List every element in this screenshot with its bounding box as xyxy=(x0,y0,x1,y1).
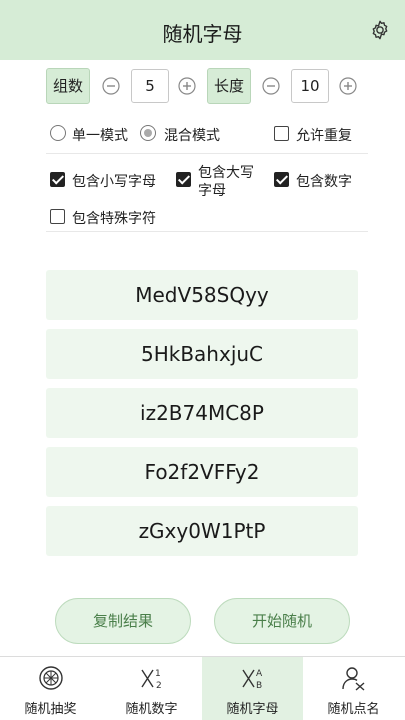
uppercase-checkbox[interactable] xyxy=(176,172,191,187)
bottom-tab-bar: 随机抽奖 1 2 随机数字 A B 随机字母 随机点名 xyxy=(0,656,405,720)
mixed-mode-label[interactable]: 混合模式 xyxy=(164,125,220,145)
svg-text:2: 2 xyxy=(156,681,162,691)
app-header: 随机字母 xyxy=(0,0,405,60)
lowercase-checkbox[interactable] xyxy=(50,172,65,187)
generation-controls: 组数 5 长度 10 xyxy=(46,68,366,104)
single-mode-label[interactable]: 单一模式 xyxy=(72,125,128,145)
svg-text:1: 1 xyxy=(155,669,161,679)
groups-input[interactable]: 5 xyxy=(131,69,169,103)
mode-row: 单一模式 混合模式 允许重复 xyxy=(46,114,368,154)
digits-label[interactable]: 包含数字 xyxy=(296,171,352,191)
lowercase-label[interactable]: 包含小写字母 xyxy=(72,171,156,191)
result-item[interactable]: 5HkBahxjuC xyxy=(46,329,358,379)
svg-text:B: B xyxy=(256,681,262,691)
result-item[interactable]: Fo2f2VFFy2 xyxy=(46,447,358,497)
gear-icon[interactable] xyxy=(369,19,391,41)
tab-numbers-label: 随机数字 xyxy=(125,702,178,717)
groups-plus-icon[interactable] xyxy=(178,77,196,95)
svg-text:A: A xyxy=(256,669,263,679)
length-label: 长度 xyxy=(207,68,251,104)
length-plus-icon[interactable] xyxy=(339,77,357,95)
result-item[interactable]: zGxy0W1PtP xyxy=(46,506,358,556)
allow-repeat-checkbox[interactable] xyxy=(274,126,289,141)
allow-repeat-label[interactable]: 允许重复 xyxy=(296,125,352,145)
groups-label: 组数 xyxy=(46,68,90,104)
mixed-mode-radio[interactable] xyxy=(140,125,156,141)
tab-letters[interactable]: A B 随机字母 xyxy=(202,657,303,720)
copy-results-button[interactable]: 复制结果 xyxy=(55,598,191,644)
charset-row: 包含小写字母 包含大写 字母 包含数字 包含特殊字符 xyxy=(46,154,368,232)
special-label[interactable]: 包含特殊字符 xyxy=(72,208,156,228)
page-title: 随机字母 xyxy=(162,22,243,46)
person-icon xyxy=(342,667,365,691)
result-item[interactable]: MedV58SQyy xyxy=(46,270,358,320)
tab-numbers[interactable]: 1 2 随机数字 xyxy=(101,657,202,720)
length-input[interactable]: 10 xyxy=(291,69,329,103)
tab-rollcall[interactable]: 随机点名 xyxy=(303,657,404,720)
tab-rollcall-label: 随机点名 xyxy=(327,702,380,717)
start-random-button[interactable]: 开始随机 xyxy=(214,598,350,644)
special-checkbox[interactable] xyxy=(50,209,65,224)
tab-letters-label: 随机字母 xyxy=(226,702,279,717)
letters-icon: A B xyxy=(242,669,263,691)
tab-lottery[interactable]: 随机抽奖 xyxy=(0,657,101,720)
numbers-icon: 1 2 xyxy=(141,669,162,691)
groups-minus-icon[interactable] xyxy=(102,77,120,95)
length-minus-icon[interactable] xyxy=(262,77,280,95)
result-item[interactable]: iz2B74MC8P xyxy=(46,388,358,438)
uppercase-label-line2[interactable]: 字母 xyxy=(198,180,226,200)
uppercase-label-line1[interactable]: 包含大写 xyxy=(198,162,254,182)
digits-checkbox[interactable] xyxy=(274,172,289,187)
tab-lottery-label: 随机抽奖 xyxy=(24,702,77,717)
wheel-icon xyxy=(39,666,63,690)
single-mode-radio[interactable] xyxy=(50,125,66,141)
